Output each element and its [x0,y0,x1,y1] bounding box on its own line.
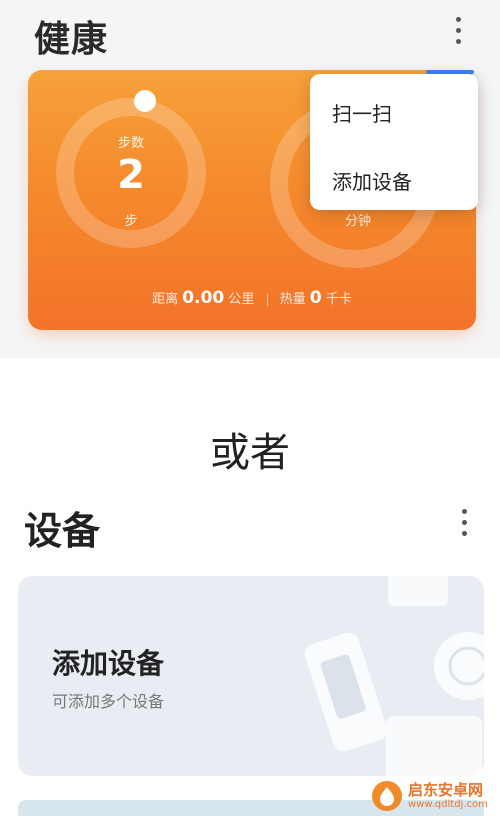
calories-label: 热量 [279,292,306,307]
device-illustration [304,576,484,776]
health-title: 健康 [34,19,109,60]
calories-unit: 千卡 [325,292,352,307]
steps-progress-dot [134,90,156,112]
menu-item-scan[interactable]: 扫一扫 [332,98,472,127]
calories-value: 0 [309,288,322,308]
popup-menu: 扫一扫 添加设备 [310,74,478,210]
devices-title: 设备 [24,509,101,553]
or-separator-text: 或者 [210,430,290,476]
steps-unit: 步 [124,214,138,229]
watermark-logo-icon [372,781,402,811]
watermark-name: 启东安卓网 [408,781,484,800]
watermark-url: www.qdltdj.com [408,798,488,810]
health-stats-row: 距离 0.00 公里 热量 0 千卡 [28,288,476,308]
add-device-title: 添加设备 [52,647,165,680]
time-unit: 分钟 [344,214,371,229]
distance-value: 0.00 [182,288,225,308]
health-more-icon[interactable] [448,10,468,50]
devices-more-icon[interactable] [454,502,474,542]
distance-unit: 公里 [228,292,255,307]
steps-label: 步数 [117,136,144,151]
stats-divider [266,293,268,306]
menu-item-add-device[interactable]: 添加设备 [332,166,472,195]
steps-value: 2 [117,152,145,198]
add-device-card[interactable]: 添加设备 可添加多个设备 [18,576,484,776]
watermark: 启东安卓网 www.qdltdj.com [372,778,500,814]
add-device-subtitle: 可添加多个设备 [52,692,165,711]
distance-label: 距离 [152,292,179,307]
